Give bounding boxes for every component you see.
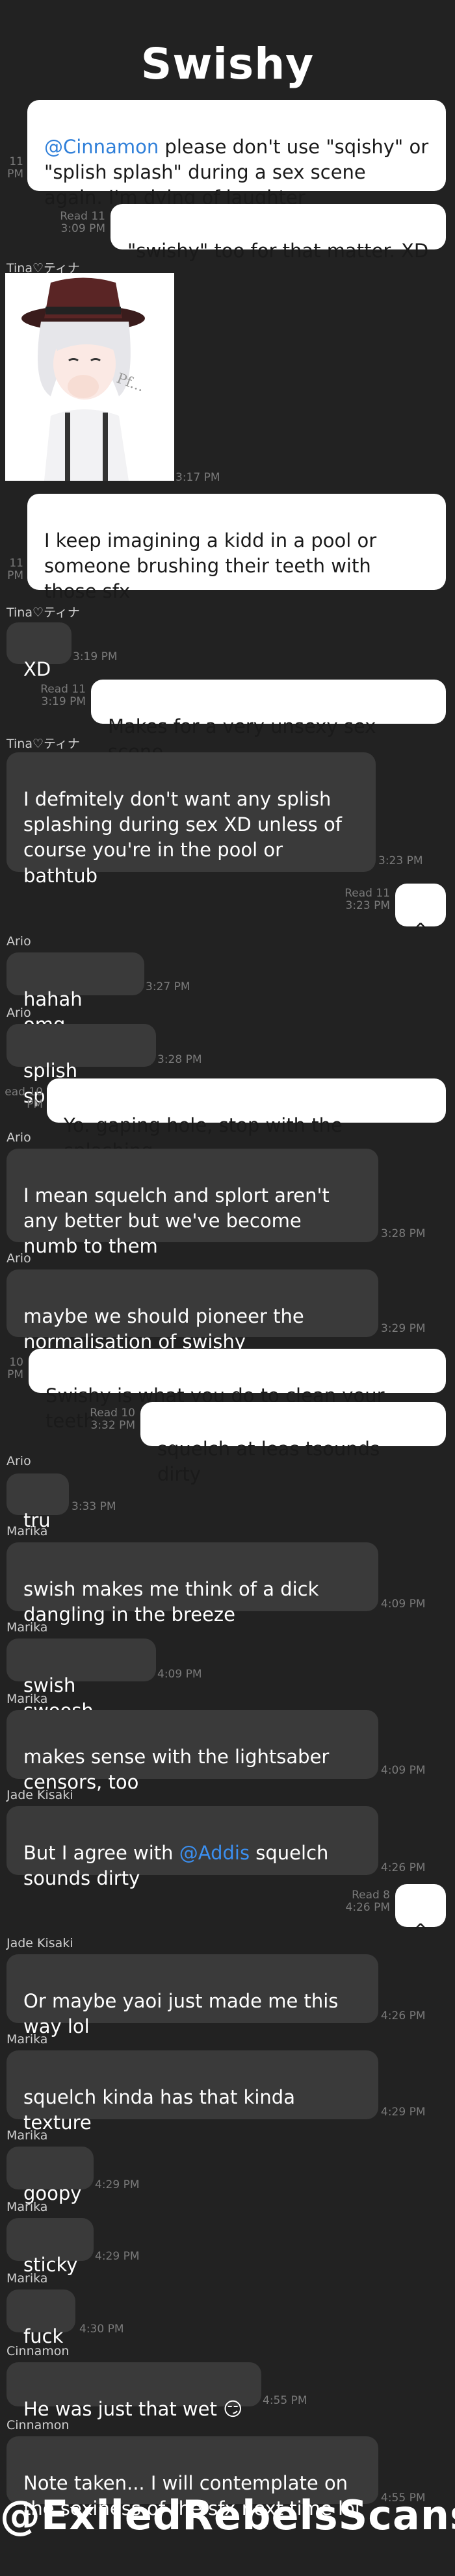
message-time: 3:17 PM: [176, 471, 220, 484]
message-text: XD: [23, 658, 51, 681]
incoming-message[interactable]: But I agree with @Addis squelch sounds d…: [6, 1806, 378, 1889]
message-text: He was just that wet 😏: [23, 2398, 243, 2421]
message-text: I mean squelch and splort aren't any bet…: [23, 1184, 330, 1258]
sender-name: Tina♡ティナ: [6, 737, 80, 751]
message-time: 4:09 PM: [157, 1668, 202, 1681]
message-text: swish makes me think of a dick dangling …: [23, 1578, 319, 1626]
incoming-message[interactable]: hahah omg: [6, 952, 144, 1036]
outgoing-message[interactable]: I keep imagining a kidd in a pool or som…: [27, 494, 446, 602]
message-time: 3:27 PM: [146, 980, 190, 993]
message-time: 4:29 PM: [95, 2178, 140, 2191]
message-text: squelch at leas tsounds dirty: [157, 1438, 380, 1486]
message-time: 3:33 PM: [72, 1500, 116, 1513]
user-mention-link[interactable]: @Cinnamon: [44, 136, 159, 158]
anime-boy-sticker[interactable]: Pf...: [5, 273, 174, 481]
sender-name: Ario: [6, 1251, 31, 1266]
incoming-message[interactable]: makes sense with the lightsaber censors,…: [6, 1710, 378, 1793]
outgoing-message[interactable]: "swishy" too for that matter. XD: [110, 204, 446, 262]
outgoing-message[interactable]: ^: [395, 884, 446, 941]
message-text: "swishy" too for that matter. XD: [127, 240, 429, 262]
incoming-message[interactable]: I defmitely don't want any splish splash…: [6, 752, 376, 887]
outgoing-message[interactable]: squelch at leas tsounds dirty: [140, 1402, 446, 1485]
message-time: 4:09 PM: [381, 1598, 426, 1611]
sender-name: Marika: [6, 1524, 48, 1538]
incoming-message[interactable]: sticky: [6, 2218, 94, 2276]
sender-name: Marika: [6, 1692, 48, 1706]
outgoing-message[interactable]: @Cinnamon please don't use "sqishy" or "…: [27, 100, 446, 209]
sender-name: Marika: [6, 2200, 48, 2214]
message-time: 11 PM: [7, 155, 23, 181]
message-time: Read 8 4:26 PM: [345, 1889, 391, 1914]
message-time: 11 PM: [7, 557, 23, 582]
sender-name: Jade Kisaki: [6, 1936, 73, 1950]
incoming-message[interactable]: fuck: [6, 2289, 75, 2347]
message-time: Read 11 3:19 PM: [40, 683, 86, 708]
incoming-message[interactable]: squelch kinda has that kinda texture: [6, 2050, 378, 2134]
message-time: 3:29 PM: [381, 1322, 426, 1335]
outgoing-message[interactable]: Makes for a very unsexy sex scene: [91, 680, 446, 763]
sender-name: Cinnamon: [6, 2418, 70, 2432]
message-text: I defmitely don't want any splish splash…: [23, 788, 342, 887]
message-time: Read 10 3:32 PM: [90, 1407, 135, 1432]
sender-name: Marika: [6, 2032, 48, 2047]
message-time: 3:19 PM: [73, 650, 118, 663]
incoming-message[interactable]: XD: [6, 622, 72, 680]
incoming-message[interactable]: maybe we should pioneer the normalisatio…: [6, 1269, 378, 1353]
incoming-message[interactable]: tru: [6, 1473, 69, 1531]
incoming-message[interactable]: swish makes me think of a dick dangling …: [6, 1542, 378, 1626]
message-text: makes sense with the lightsaber censors,…: [23, 1746, 330, 1794]
message-time: 10 PM: [7, 1356, 23, 1381]
scanlation-watermark: @ExiledRebelsScans: [0, 2492, 455, 2539]
sender-name: Marika: [6, 2128, 48, 2143]
sender-name: Tina♡ティナ: [6, 606, 80, 620]
message-text: Or maybe yaoi just made me this way lol: [23, 1990, 339, 2038]
message-time: 4:30 PM: [79, 2323, 124, 2336]
chat-screen: Swishy 11 PM @Cinnamon please don't use …: [0, 0, 455, 2576]
incoming-message[interactable]: splish splash: [6, 1024, 156, 1107]
message-text: squelch kinda has that kinda texture: [23, 2086, 295, 2134]
message-text: But I agree with: [23, 1842, 179, 1865]
message-text: ^: [412, 1920, 429, 1943]
message-time: 4:26 PM: [381, 1861, 426, 1874]
incoming-message[interactable]: I mean squelch and splort aren't any bet…: [6, 1149, 378, 1257]
sender-name: Cinnamon: [6, 2344, 70, 2358]
message-time: 3:28 PM: [157, 1053, 202, 1066]
message-time: 4:09 PM: [381, 1764, 426, 1777]
message-time: 3:23 PM: [378, 854, 423, 867]
sender-name: Ario: [6, 1454, 31, 1468]
message-time: 4:55 PM: [263, 2394, 307, 2407]
message-time: ead 10 PM: [5, 1086, 43, 1111]
sender-name: Ario: [6, 1006, 31, 1020]
user-mention-link[interactable]: @Addis: [179, 1842, 250, 1864]
incoming-message[interactable]: Or maybe yaoi just made me this way lol: [6, 1954, 378, 2037]
message-time: Read 11 3:23 PM: [344, 887, 390, 912]
message-time: 4:29 PM: [95, 2250, 140, 2263]
sender-name: Ario: [6, 934, 31, 949]
message-text: maybe we should pioneer the normalisatio…: [23, 1305, 304, 1353]
incoming-message[interactable]: swish swoosh: [6, 1639, 156, 1722]
incoming-message[interactable]: goopy: [6, 2147, 94, 2204]
message-time: 3:28 PM: [381, 1227, 426, 1240]
message-text: ^: [412, 919, 429, 942]
outgoing-message[interactable]: Swishy is what you do to clean your teet…: [29, 1349, 446, 1432]
chat-title: Swishy: [140, 39, 315, 89]
sender-name: Marika: [6, 2271, 48, 2286]
outgoing-message[interactable]: ^: [395, 1884, 446, 1942]
message-text: I keep imagining a kidd in a pool or som…: [44, 529, 377, 603]
sender-name: Ario: [6, 1130, 31, 1145]
incoming-message[interactable]: He was just that wet 😏: [6, 2362, 261, 2420]
message-time: 4:26 PM: [381, 2009, 426, 2022]
outgoing-message[interactable]: Yo. gaping hole, stop with the splashing: [47, 1078, 446, 1162]
sender-name: Jade Kisaki: [6, 1788, 73, 1802]
message-time: 4:29 PM: [381, 2106, 426, 2119]
sender-name: Marika: [6, 1620, 48, 1635]
message-time: Read 11 3:09 PM: [60, 210, 105, 235]
